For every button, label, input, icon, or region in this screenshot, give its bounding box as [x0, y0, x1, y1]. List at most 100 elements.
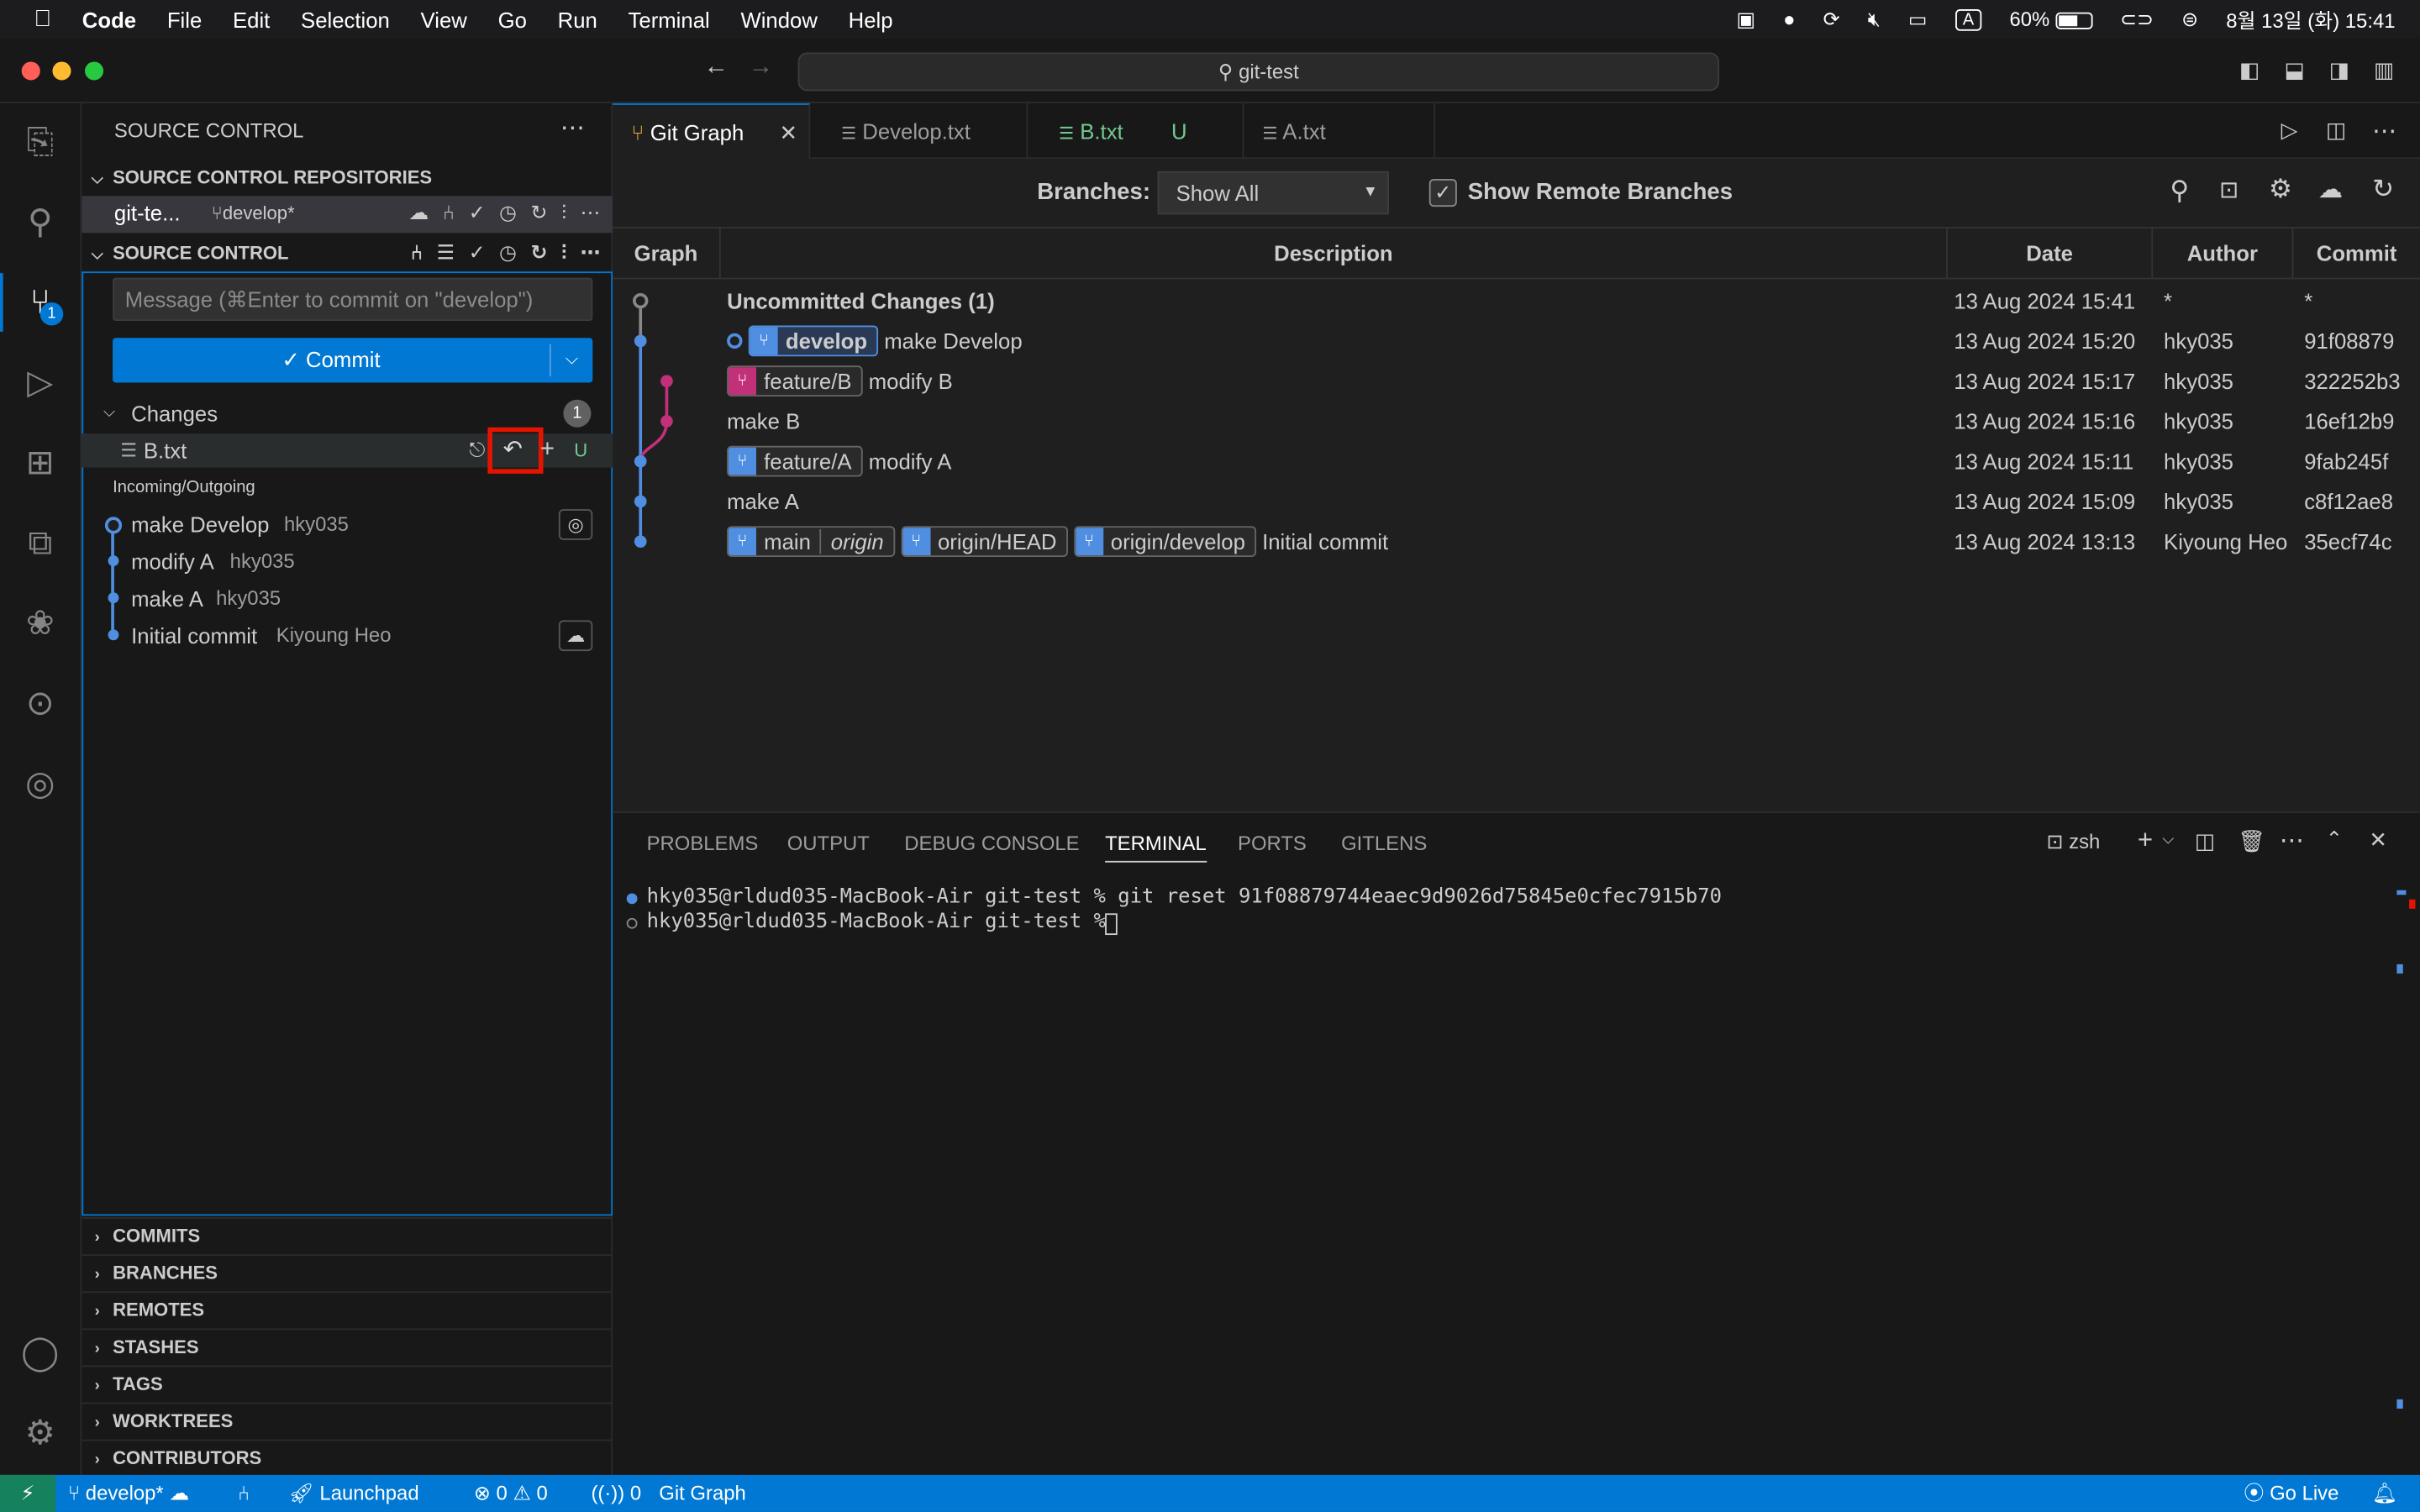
sidebar-more-icon[interactable]: ⋯ — [560, 113, 585, 144]
ref-develop[interactable]: ⑂ develop — [748, 326, 878, 357]
toggle-panel-icon[interactable]: ⬓ — [2284, 57, 2304, 83]
search-activity-icon[interactable]: ⚲ — [17, 199, 63, 245]
tab-b-txt[interactable]: ☰ B.txt U — [1040, 103, 1244, 160]
menu-edit[interactable]: Edit — [233, 7, 270, 31]
sc-more-icon[interactable]: ⋯ — [581, 236, 601, 270]
panel-tab-output[interactable]: OUTPUT — [787, 832, 870, 855]
split-terminal-icon[interactable]: ◫ — [2195, 828, 2215, 854]
tab-git-graph[interactable]: ⑂ Git Graph ✕ — [613, 103, 811, 160]
toggle-sidebar-icon[interactable]: ◧ — [2239, 57, 2260, 83]
apple-icon[interactable]:  — [34, 6, 51, 32]
commit-check-icon[interactable]: ✓ — [469, 201, 486, 225]
sync-cloud-icon[interactable]: ☁ — [408, 201, 429, 225]
repos-section-header[interactable]: ⌵ SOURCE CONTROL REPOSITORIES — [82, 160, 613, 194]
ref-origin-develop[interactable]: ⑂ origin/develop — [1073, 526, 1256, 558]
input-source-icon[interactable]: A — [1954, 8, 1982, 30]
terminal-icon[interactable]: ⊡ — [2219, 176, 2238, 203]
ref-main[interactable]: ⑂ main origin — [727, 526, 895, 558]
clock[interactable]: 8월 13일 (화) 15:41 — [2226, 5, 2395, 34]
refresh-icon[interactable]: ↻ — [2372, 175, 2394, 206]
commit-row[interactable]: Uncommitted Changes (1) 13 Aug 2024 15:4… — [613, 281, 2420, 321]
chat-icon[interactable]: ● — [1783, 8, 1795, 31]
link-icon[interactable]: ⊂⊃ — [2120, 7, 2154, 31]
panel-tab-problems[interactable]: PROBLEMS — [647, 832, 759, 855]
status-go-live[interactable]: ⦿ Go Live — [2244, 1475, 2339, 1512]
commit-row[interactable]: ⑂ feature/A modify A 13 Aug 2024 15:11 hky… — [613, 441, 2420, 481]
target-icon[interactable]: ◎ — [558, 509, 593, 540]
manage-gear-icon[interactable]: ⚙ — [17, 1410, 63, 1457]
menu-terminal[interactable]: Terminal — [629, 7, 710, 31]
menu-view[interactable]: View — [421, 7, 467, 31]
terminal-shell-selector[interactable]: ⊡ zsh — [2046, 830, 2100, 854]
commit-row[interactable]: ⑂ main origin ⑂ origin/HEAD ⑂ origin/develop In… — [613, 522, 2420, 562]
status-branch[interactable]: ⑂ develop* ☁ — [68, 1475, 189, 1512]
display-icon[interactable]: ▭ — [1908, 7, 1928, 31]
commit-dropdown-icon[interactable]: ⌵ — [551, 338, 593, 382]
col-description[interactable]: Description — [721, 228, 1948, 280]
status-git-graph[interactable]: Git Graph — [659, 1475, 746, 1512]
fetch-cloud-icon[interactable]: ☁ — [2318, 175, 2343, 206]
history-item[interactable]: modify A hky035 — [82, 544, 613, 578]
commit-check-icon[interactable]: ✓ — [469, 236, 486, 270]
status-launchpad[interactable]: 🚀︎ Launchpad — [288, 1475, 418, 1512]
trash-icon[interactable]: 🗑︎ — [2238, 828, 2265, 854]
terminal-line[interactable]: hky035@rldud035-MacBook-Air git-test % — [647, 911, 1118, 934]
tab-a-txt[interactable]: ☰ A.txt — [1244, 103, 1436, 160]
panel-tab-terminal[interactable]: TERMINAL — [1105, 832, 1207, 863]
control-center-icon[interactable]: ⊜ — [2181, 7, 2198, 31]
commit-row[interactable]: ⑂ feature/B modify B 13 Aug 2024 15:17 hky… — [613, 361, 2420, 402]
remote-branches-checkbox[interactable]: ✓ — [1428, 179, 1457, 207]
figma-icon[interactable]: ❀ — [17, 600, 63, 646]
changes-group[interactable]: ⌵ Changes 1 — [82, 396, 613, 430]
col-date[interactable]: Date — [1948, 228, 2154, 280]
section-contributors[interactable]: › CONTRIBUTORS — [82, 1439, 613, 1473]
history-icon[interactable]: ◷ — [499, 236, 517, 270]
new-terminal-plus-icon[interactable]: + — [2138, 826, 2153, 857]
status-graph-icon[interactable]: ⑃ — [238, 1475, 250, 1512]
commit-message-input[interactable]: Message (⌘Enter to commit on "develop") — [113, 277, 593, 322]
close-panel-icon[interactable]: ✕ — [2369, 827, 2387, 853]
remote-indicator-icon[interactable]: ⚡︎ — [0, 1474, 56, 1512]
refresh-icon[interactable]: ↻ — [531, 236, 548, 270]
status-problems[interactable]: ⊗ 0 ⚠ 0 — [474, 1475, 548, 1512]
branches-dropdown[interactable]: Show All ▼ — [1157, 171, 1390, 215]
repo-more-icon[interactable]: ⋯ — [581, 201, 601, 225]
panel-tab-debug-console[interactable]: DEBUG CONSOLE — [904, 832, 1079, 855]
close-window-button[interactable] — [21, 61, 40, 81]
commit-row[interactable]: ⑂ develop make Develop 13 Aug 2024 15:20 h… — [613, 321, 2420, 361]
col-commit[interactable]: Commit — [2293, 228, 2420, 280]
section-stashes[interactable]: › STASHES — [82, 1328, 613, 1362]
section-remotes[interactable]: › REMOTES — [82, 1291, 613, 1325]
menu-file[interactable]: File — [167, 7, 202, 31]
ref-feature-a[interactable]: ⑂ feature/A — [727, 446, 863, 478]
menu-go[interactable]: Go — [498, 7, 527, 31]
notifications-bell-icon[interactable]: 🔔︎ — [2372, 1475, 2397, 1512]
repo-row[interactable]: git-te... ⑂develop* ☁ ⑃ ✓ ◷ ↻ ⫶ ⋯ — [82, 196, 613, 234]
ref-feature-b[interactable]: ⑂ feature/B — [727, 365, 863, 397]
photos-icon[interactable]: ▣ — [1737, 7, 1756, 31]
zoom-window-button[interactable] — [85, 61, 104, 81]
status-ports[interactable]: ((·)) 0 — [591, 1475, 641, 1512]
menu-run[interactable]: Run — [558, 7, 597, 31]
refresh-icon[interactable]: ↻ — [531, 201, 548, 225]
repo-branch[interactable]: ⑂develop* — [212, 202, 295, 224]
stage-plus-icon[interactable]: + — [540, 433, 555, 467]
gitlens-icon[interactable]: ◎ — [17, 760, 63, 806]
panel-tab-ports[interactable]: PORTS — [1238, 832, 1307, 855]
branch-graph-icon[interactable]: ⑃ — [411, 236, 423, 270]
cloud-icon[interactable]: ☁ — [558, 620, 593, 652]
editor-more-icon[interactable]: ⋯ — [2372, 116, 2396, 147]
history-icon[interactable]: ◷ — [499, 201, 517, 225]
maximize-panel-icon[interactable]: ⌃ — [2326, 827, 2343, 851]
view-as-list-icon[interactable]: ☰ — [437, 236, 455, 270]
battery-level[interactable]: 60% — [2009, 8, 2092, 31]
command-center-search[interactable]: ⚲ git-test — [797, 52, 1720, 92]
graph-icon[interactable]: ⫶ — [561, 201, 566, 225]
sc-section-header[interactable]: ⌵ SOURCE CONTROL ⑃ ☰ ✓ ◷ ↻ ⫶ ⋯ — [82, 236, 613, 270]
section-tags[interactable]: › TAGS — [82, 1365, 613, 1399]
graph-icon[interactable]: ⫶ — [561, 236, 566, 270]
history-item[interactable]: make A hky035 — [82, 581, 613, 615]
chevron-down-icon[interactable]: ⌵ — [2162, 832, 2174, 848]
col-graph[interactable]: Graph — [613, 228, 721, 280]
toggle-secondary-sidebar-icon[interactable]: ◨ — [2329, 57, 2349, 83]
